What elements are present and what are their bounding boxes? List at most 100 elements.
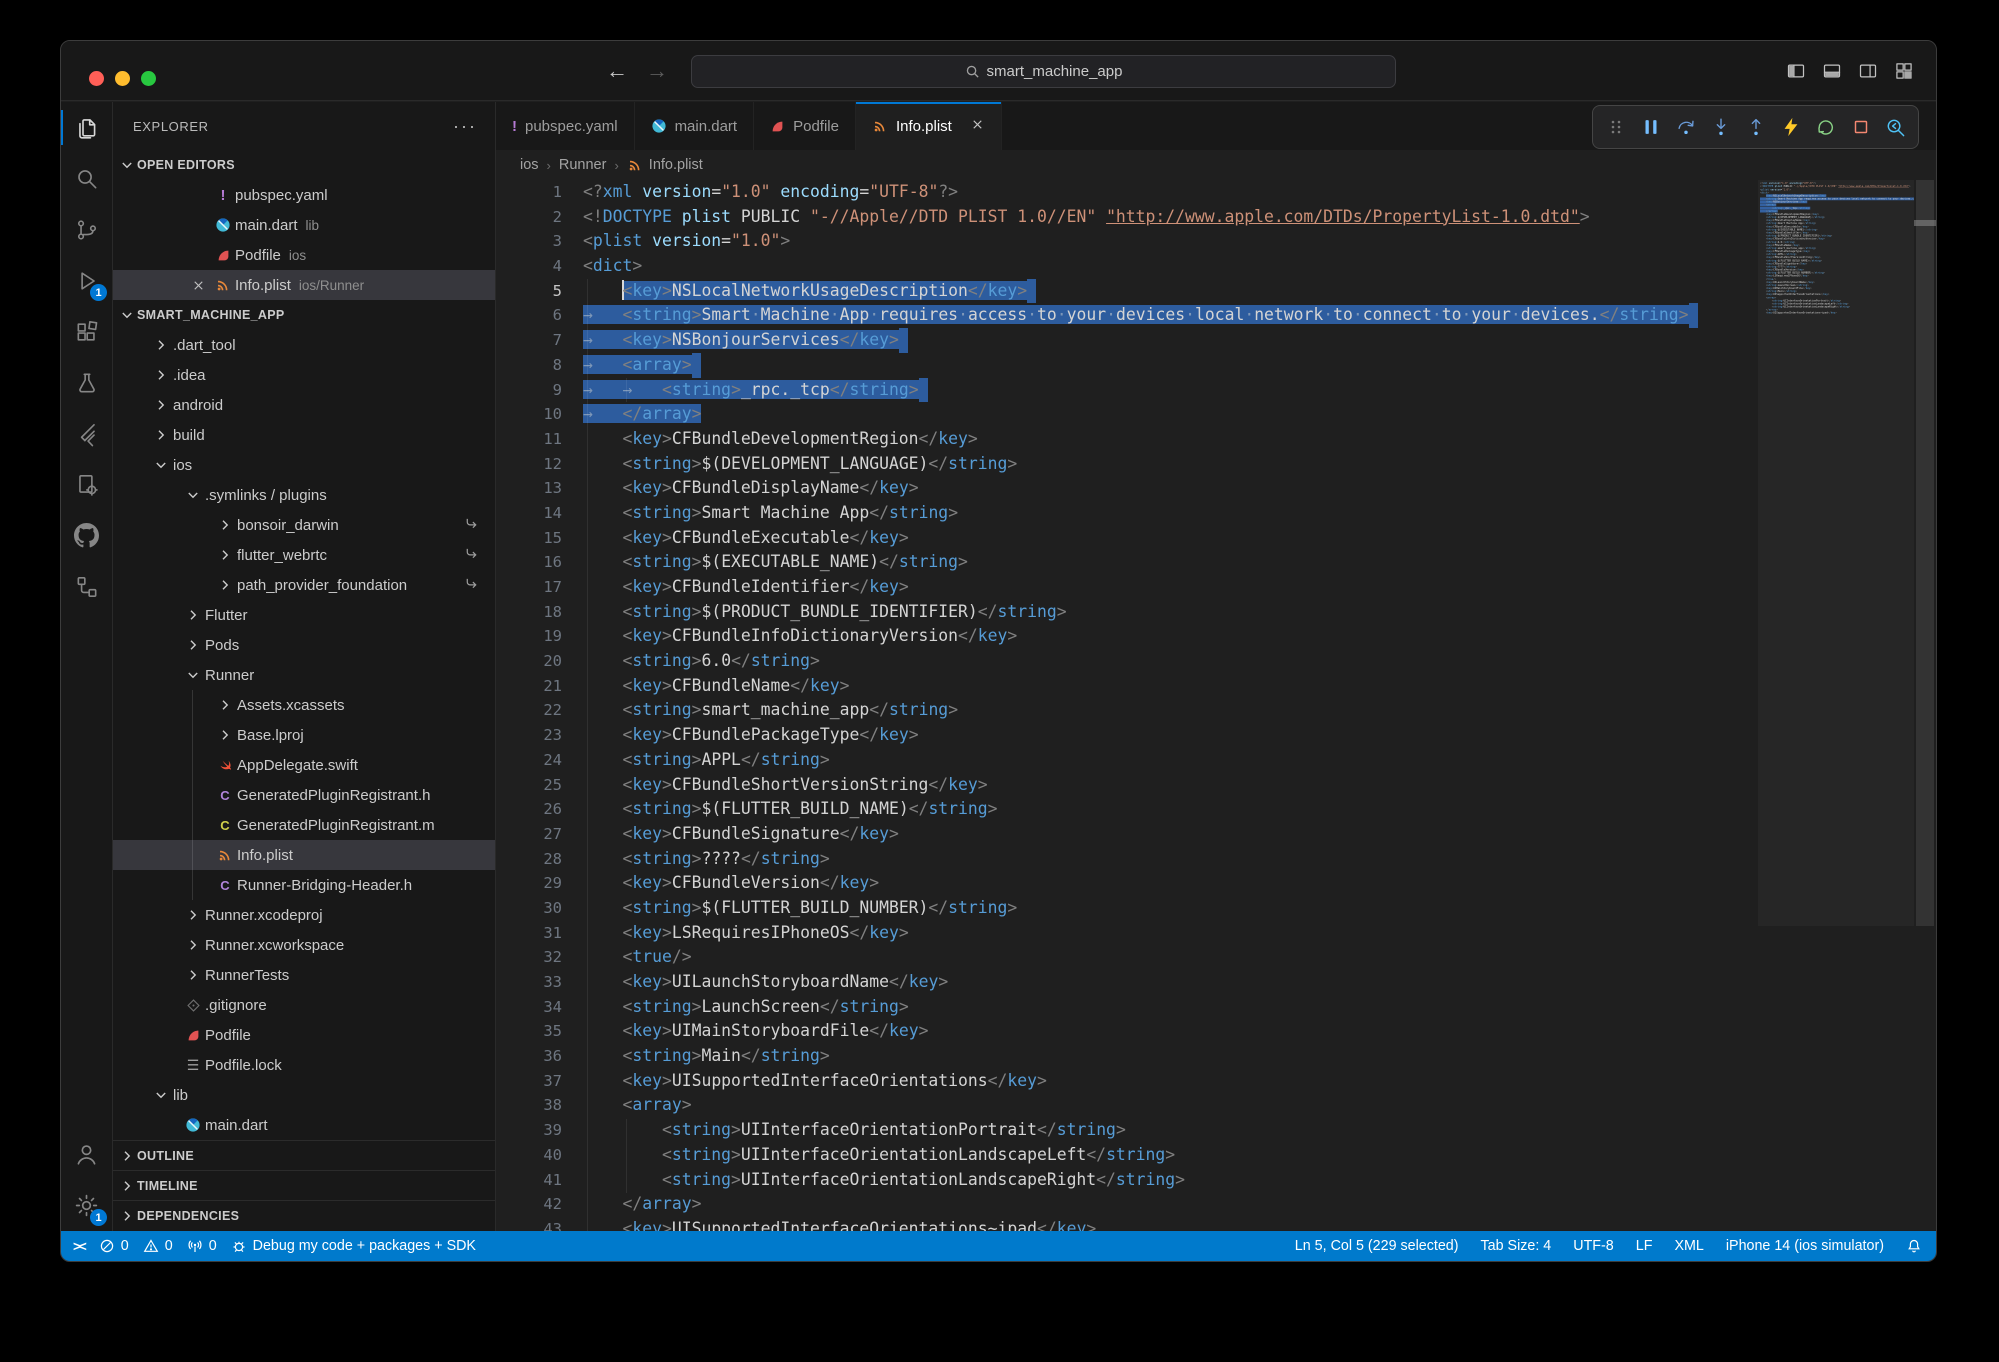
debug-pause-button[interactable] bbox=[1634, 109, 1667, 145]
tree-item[interactable]: Runner bbox=[113, 660, 495, 690]
open-editor-item[interactable]: main.dart lib bbox=[113, 210, 495, 240]
status-ports[interactable]: 0 bbox=[187, 1238, 217, 1254]
code-line[interactable]: 34 <string>LaunchScreen</string> bbox=[496, 995, 1758, 1020]
tree-item[interactable]: Flutter bbox=[113, 600, 495, 630]
status-remote-indicator[interactable]: >< bbox=[73, 1239, 85, 1254]
tab-main-dart[interactable]: main.dart bbox=[635, 102, 755, 150]
debug-widget-inspector-button[interactable] bbox=[1879, 109, 1912, 145]
activity-flutter[interactable] bbox=[61, 408, 112, 459]
debug-stop-button[interactable] bbox=[1844, 109, 1877, 145]
tree-item[interactable]: ☰ Podfile.lock bbox=[113, 1050, 495, 1080]
code-line[interactable]: 29 <key>CFBundleVersion</key> bbox=[496, 871, 1758, 896]
code-line[interactable]: 37 <key>UISupportedInterfaceOrientations… bbox=[496, 1069, 1758, 1094]
status-warnings[interactable]: 0 bbox=[143, 1238, 173, 1254]
code-line[interactable]: 33 <key>UILaunchStoryboardName</key> bbox=[496, 970, 1758, 995]
status-encoding[interactable]: UTF-8 bbox=[1573, 1238, 1614, 1254]
code-line[interactable]: 10→ </array> bbox=[496, 402, 1758, 427]
activity-settings-gear[interactable]: 1 bbox=[61, 1180, 112, 1231]
code-line[interactable]: 27 <key>CFBundleSignature</key> bbox=[496, 822, 1758, 847]
code-line[interactable]: 16 <string>$(EXECUTABLE_NAME)</string> bbox=[496, 550, 1758, 575]
code-line[interactable]: 12 <string>$(DEVELOPMENT_LANGUAGE)</stri… bbox=[496, 452, 1758, 477]
code-line[interactable]: 18 <string>$(PRODUCT_BUNDLE_IDENTIFIER)<… bbox=[496, 600, 1758, 625]
code-line[interactable]: 13 <key>CFBundleDisplayName</key> bbox=[496, 476, 1758, 501]
project-root-header[interactable]: SMART_MACHINE_APP bbox=[113, 300, 495, 330]
status-language-mode[interactable]: XML bbox=[1674, 1238, 1703, 1254]
debug-step-over-button[interactable] bbox=[1669, 109, 1702, 145]
code-line[interactable]: 41 <string>UIInterfaceOrientationLandsca… bbox=[496, 1168, 1758, 1193]
code-line[interactable]: 38 <array> bbox=[496, 1093, 1758, 1118]
code-line[interactable]: 43 <key>UISupportedInterfaceOrientations… bbox=[496, 1217, 1758, 1231]
code-line[interactable]: 30 <string>$(FLUTTER_BUILD_NUMBER)</stri… bbox=[496, 896, 1758, 921]
tree-item[interactable]: Pods bbox=[113, 630, 495, 660]
status-eol[interactable]: LF bbox=[1636, 1238, 1653, 1254]
tree-item[interactable]: Assets.xcassets bbox=[113, 690, 495, 720]
layout-grid-icon[interactable] bbox=[1894, 61, 1914, 81]
layout-sidebar-left-icon[interactable] bbox=[1786, 61, 1806, 81]
code-line[interactable]: 15 <key>CFBundleExecutable</key> bbox=[496, 526, 1758, 551]
forward-arrow-icon[interactable]: → bbox=[646, 58, 668, 84]
tree-item[interactable]: C GeneratedPluginRegistrant.h bbox=[113, 780, 495, 810]
activity-testing[interactable] bbox=[61, 357, 112, 408]
code-line[interactable]: 42 </array> bbox=[496, 1192, 1758, 1217]
code-line[interactable]: 40 <string>UIInterfaceOrientationLandsca… bbox=[496, 1143, 1758, 1168]
tab-info-plist[interactable]: Info.plist bbox=[856, 102, 1002, 150]
breadcrumb-item[interactable]: Info.plist bbox=[627, 157, 703, 173]
code-line[interactable]: 1<?xml version="1.0" encoding="UTF-8"?> bbox=[496, 180, 1758, 205]
tree-item[interactable]: .symlinks / plugins bbox=[113, 480, 495, 510]
tree-item[interactable]: Runner.xcworkspace bbox=[113, 930, 495, 960]
status-errors[interactable]: 0 bbox=[99, 1238, 129, 1254]
tree-item[interactable]: Podfile bbox=[113, 1020, 495, 1050]
status-launch-config[interactable]: Debug my code + packages + SDK bbox=[231, 1238, 476, 1254]
code-line[interactable]: 5 <key>NSLocalNetworkUsageDescription</k… bbox=[496, 279, 1758, 304]
code-line[interactable]: 22 <string>smart_machine_app</string> bbox=[496, 698, 1758, 723]
code-line[interactable]: 21 <key>CFBundleName</key> bbox=[496, 674, 1758, 699]
code-line[interactable]: 23 <key>CFBundlePackageType</key> bbox=[496, 723, 1758, 748]
tree-item[interactable]: android bbox=[113, 390, 495, 420]
activity-files[interactable] bbox=[61, 102, 112, 153]
tree-item[interactable]: C GeneratedPluginRegistrant.m bbox=[113, 810, 495, 840]
tree-item[interactable]: ios bbox=[113, 450, 495, 480]
command-center[interactable]: smart_machine_app bbox=[691, 55, 1396, 88]
status-indentation[interactable]: Tab Size: 4 bbox=[1481, 1238, 1552, 1254]
code-line[interactable]: 32 <true/> bbox=[496, 945, 1758, 970]
breadcrumb-item[interactable]: Runner bbox=[559, 157, 607, 173]
code-line[interactable]: 17 <key>CFBundleIdentifier</key> bbox=[496, 575, 1758, 600]
status-notifications[interactable] bbox=[1906, 1238, 1922, 1254]
open-editors-header[interactable]: OPEN EDITORS bbox=[113, 150, 495, 180]
close-window-button[interactable] bbox=[89, 71, 104, 86]
layout-sidebar-right-icon[interactable] bbox=[1858, 61, 1878, 81]
code-line[interactable]: 20 <string>6.0</string> bbox=[496, 649, 1758, 674]
code-line[interactable]: 35 <key>UIMainStoryboardFile</key> bbox=[496, 1019, 1758, 1044]
open-editor-item[interactable]: Info.plist ios/Runner bbox=[113, 270, 495, 300]
tree-item[interactable]: lib bbox=[113, 1080, 495, 1110]
code-line[interactable]: 31 <key>LSRequiresIPhoneOS</key> bbox=[496, 921, 1758, 946]
back-arrow-icon[interactable]: ← bbox=[606, 58, 628, 84]
tree-item[interactable]: Info.plist bbox=[113, 840, 495, 870]
sidebar-section-outline[interactable]: OUTLINE bbox=[113, 1140, 495, 1170]
status-device-selector[interactable]: iPhone 14 (ios simulator) bbox=[1726, 1238, 1884, 1254]
tree-item[interactable]: flutter_webrtc bbox=[113, 540, 495, 570]
code-line[interactable]: 4<dict> bbox=[496, 254, 1758, 279]
activity-search[interactable] bbox=[61, 153, 112, 204]
code-line[interactable]: 6→ <string>Smart·Machine·App·requires·ac… bbox=[496, 303, 1758, 328]
tree-item[interactable]: Runner.xcodeproj bbox=[113, 900, 495, 930]
activity-run-debug[interactable]: 1 bbox=[61, 255, 112, 306]
code-line[interactable]: 24 <string>APPL</string> bbox=[496, 748, 1758, 773]
debug-grip-button[interactable] bbox=[1599, 109, 1632, 145]
tree-item[interactable]: .dart_tool bbox=[113, 330, 495, 360]
debug-step-out-button[interactable] bbox=[1739, 109, 1772, 145]
sidebar-section-timeline[interactable]: TIMELINE bbox=[113, 1170, 495, 1200]
tab-pubspec-yaml[interactable]: !pubspec.yaml bbox=[496, 102, 635, 150]
code-line[interactable]: 8→ <array> bbox=[496, 353, 1758, 378]
close-icon[interactable] bbox=[970, 117, 985, 132]
code-line[interactable]: 14 <string>Smart Machine App</string> bbox=[496, 501, 1758, 526]
tree-item[interactable]: C Runner-Bridging-Header.h bbox=[113, 870, 495, 900]
open-editor-item[interactable]: ! pubspec.yaml bbox=[113, 180, 495, 210]
minimize-window-button[interactable] bbox=[115, 71, 130, 86]
tree-item[interactable]: RunnerTests bbox=[113, 960, 495, 990]
tree-item[interactable]: .gitignore bbox=[113, 990, 495, 1020]
ellipsis-icon[interactable]: ··· bbox=[453, 116, 477, 137]
scrollbar-thumb[interactable] bbox=[1916, 180, 1934, 926]
code-line[interactable]: 28 <string>????</string> bbox=[496, 847, 1758, 872]
layout-panel-icon[interactable] bbox=[1822, 61, 1842, 81]
